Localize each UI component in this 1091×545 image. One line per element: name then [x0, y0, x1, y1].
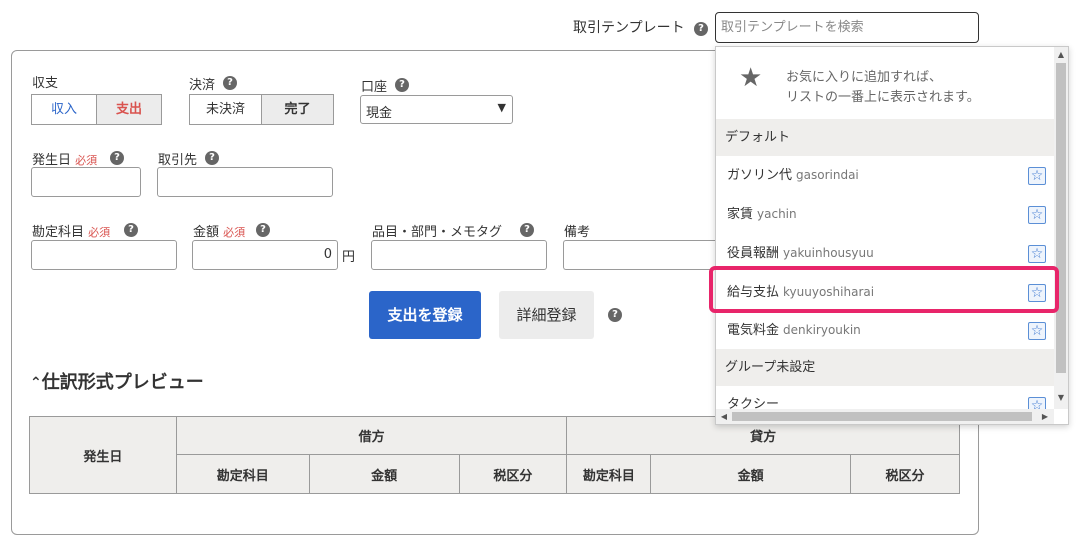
- debit-amount-header: 金額: [308, 454, 460, 494]
- item-roma: yakuinhousyuu: [783, 246, 874, 260]
- account-value: 現金: [366, 106, 393, 121]
- subject-input[interactable]: [31, 240, 177, 270]
- hint-line1: お気に入りに追加すれば、: [786, 70, 943, 85]
- account-select[interactable]: 現金 ▼: [360, 95, 513, 124]
- template-item-denkiryoukin[interactable]: 電気料金 denkiryoukin ☆: [716, 311, 1054, 349]
- debit-tax-header: 税区分: [458, 454, 568, 494]
- favorite-star-icon[interactable]: ☆: [1028, 245, 1046, 263]
- account-help-icon[interactable]: ?: [395, 78, 409, 92]
- tags-input[interactable]: [371, 240, 547, 270]
- favorite-star-icon[interactable]: ☆: [1028, 397, 1046, 409]
- credit-amount-header: 金額: [650, 454, 852, 494]
- hint-line2: リストの一番上に表示されます。: [786, 90, 980, 105]
- amount-help-icon[interactable]: ?: [256, 223, 270, 237]
- scroll-left-arrow-icon[interactable]: ◀: [717, 410, 731, 424]
- debit-header: 借方: [175, 416, 568, 455]
- credit-subject-header: 勘定科目: [566, 454, 652, 494]
- partner-label: 取引先: [158, 153, 198, 168]
- item-roma: yachin: [757, 207, 797, 221]
- unsettled-option[interactable]: 未決済: [190, 95, 262, 124]
- debit-subject-header: 勘定科目: [175, 454, 310, 494]
- template-search-input[interactable]: 取引テンプレートを検索: [715, 12, 979, 43]
- register-help-icon[interactable]: ?: [608, 308, 622, 322]
- amount-label: 金額 必須: [193, 221, 245, 240]
- template-item-taxi[interactable]: タクシー ☆: [716, 386, 1054, 409]
- shushi-label: 収支: [32, 76, 59, 91]
- scroll-up-arrow-icon[interactable]: ▲: [1054, 48, 1068, 62]
- item-name: タクシー: [727, 397, 780, 409]
- template-item-gasorindai[interactable]: ガソリン代 gasorindai ☆: [716, 156, 1054, 194]
- detail-register-button[interactable]: 詳細登録: [499, 291, 594, 339]
- favorite-star-icon[interactable]: ☆: [1028, 322, 1046, 340]
- group-default: デフォルト: [716, 119, 1054, 156]
- settled-option[interactable]: 完了: [262, 95, 333, 124]
- tags-label: 品目・部門・メモタグ: [372, 225, 503, 240]
- amount-required-badge: 必須: [223, 226, 246, 239]
- favorite-star-icon[interactable]: ☆: [1028, 206, 1046, 224]
- partner-input[interactable]: [157, 167, 333, 197]
- dropdown-vertical-scrollbar[interactable]: ▲ ▼: [1054, 47, 1068, 409]
- tags-help-icon[interactable]: ?: [520, 223, 534, 237]
- expense-option[interactable]: 支出: [97, 95, 161, 124]
- highlight-frame: [709, 266, 1059, 313]
- memo-input[interactable]: [563, 240, 723, 270]
- date-label: 発生日 必須: [32, 149, 97, 168]
- template-item-yachin[interactable]: 家賃 yachin ☆: [716, 195, 1054, 233]
- amount-input[interactable]: 0: [192, 240, 338, 270]
- template-label: 取引テンプレート: [573, 20, 685, 36]
- dropdown-horizontal-scrollbar[interactable]: ◀ ▶: [716, 409, 1054, 424]
- memo-label: 備考: [564, 225, 591, 240]
- preview-toggle[interactable]: ⌃仕訳形式プレビュー: [30, 368, 204, 394]
- register-expense-button[interactable]: 支出を登録: [369, 291, 481, 339]
- kessai-label: 決済: [189, 78, 216, 93]
- subject-help-icon[interactable]: ?: [124, 223, 138, 237]
- subject-label-text: 勘定科目: [32, 225, 85, 240]
- account-label: 口座: [361, 80, 388, 95]
- date-header: 発生日: [29, 416, 177, 494]
- horizontal-scroll-thumb[interactable]: [732, 412, 1032, 421]
- favorite-star-icon[interactable]: ☆: [1028, 167, 1046, 185]
- date-required-badge: 必須: [75, 154, 98, 167]
- kessai-help-icon[interactable]: ?: [223, 76, 237, 90]
- item-name: 電気料金: [727, 323, 780, 338]
- scroll-down-arrow-icon[interactable]: ▼: [1054, 391, 1068, 405]
- favorite-hint: ★ お気に入りに追加すれば、 リストの一番上に表示されます。: [716, 47, 1054, 119]
- preview-title: 仕訳形式プレビュー: [41, 372, 204, 393]
- item-name: ガソリン代: [727, 168, 793, 183]
- date-input[interactable]: [31, 167, 141, 197]
- date-help-icon[interactable]: ?: [110, 151, 124, 165]
- journal-preview-table: 発生日 借方 貸方 勘定科目 金額 税区分 勘定科目 金額 税区分: [29, 416, 960, 494]
- template-help-icon[interactable]: ?: [694, 22, 708, 36]
- subject-label: 勘定科目 必須: [32, 221, 110, 240]
- date-label-text: 発生日: [32, 153, 72, 168]
- shushi-toggle: 収入 支出: [31, 94, 162, 125]
- chevron-up-icon: ⌃: [30, 375, 42, 391]
- group-unassigned: グループ未設定: [716, 349, 1054, 386]
- item-name: 家賃: [727, 207, 754, 222]
- star-icon: ★: [739, 63, 763, 93]
- chevron-down-icon: ▼: [497, 101, 506, 114]
- subject-required-badge: 必須: [88, 226, 111, 239]
- kessai-toggle: 未決済 完了: [189, 94, 334, 125]
- scroll-right-arrow-icon[interactable]: ▶: [1038, 410, 1052, 424]
- item-roma: denkiryoukin: [783, 323, 861, 337]
- item-roma: gasorindai: [796, 168, 859, 182]
- amount-label-text: 金額: [193, 225, 220, 240]
- template-dropdown: ★ お気に入りに追加すれば、 リストの一番上に表示されます。 デフォルト ガソリ…: [715, 46, 1069, 425]
- partner-help-icon[interactable]: ?: [205, 151, 219, 165]
- income-option[interactable]: 収入: [32, 95, 97, 124]
- amount-unit: 円: [342, 250, 356, 265]
- item-name: 役員報酬: [727, 246, 780, 261]
- credit-tax-header: 税区分: [850, 454, 960, 494]
- amount-value: 0: [323, 247, 332, 262]
- vertical-scroll-thumb[interactable]: [1056, 63, 1066, 373]
